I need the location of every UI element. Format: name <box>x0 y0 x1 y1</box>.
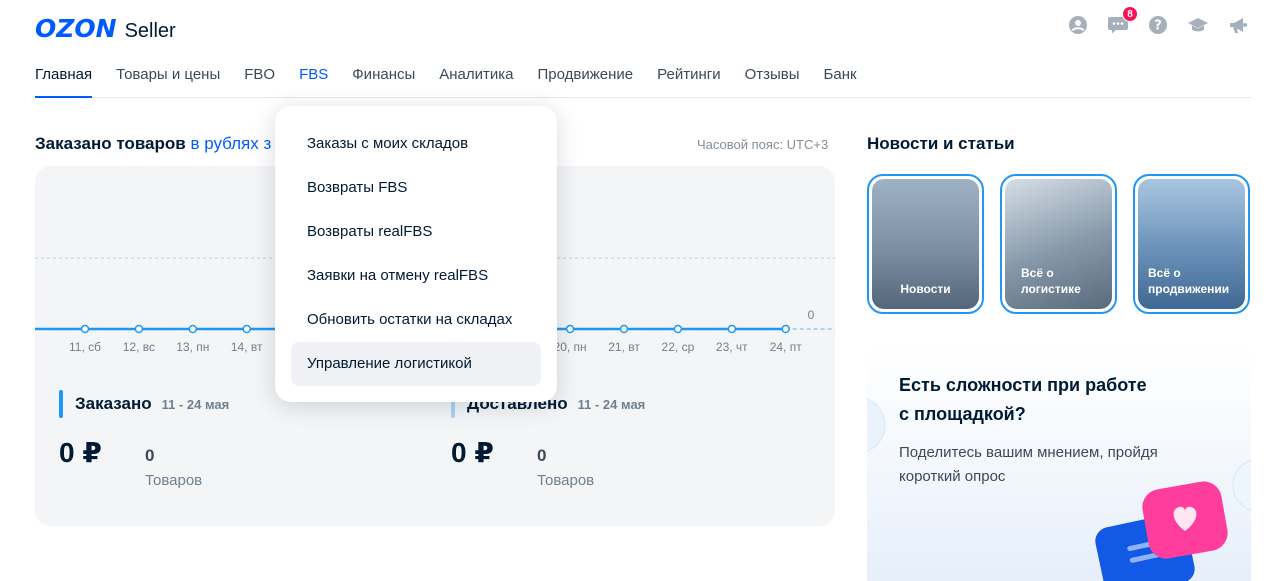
help-icon[interactable]: ? <box>1147 14 1169 36</box>
survey-title: Есть сложности при работе с площадкой? <box>899 371 1147 429</box>
chat-icon[interactable]: 8 <box>1107 6 1138 36</box>
story-news[interactable]: Новости <box>867 174 984 314</box>
metric-ordered-count-label: Товаров <box>145 472 203 489</box>
svg-text:?: ? <box>1154 19 1162 34</box>
menu-item-realfbs-cancellations[interactable]: Заявки на отмену realFBS <box>291 254 541 298</box>
nav-item-analytics[interactable]: Аналитика <box>439 66 513 97</box>
nav-item-products-prices[interactable]: Товары и цены <box>116 66 220 97</box>
orders-currency-link[interactable]: в рублях з <box>190 134 271 153</box>
menu-item-my-warehouse-orders[interactable]: Заказы с моих складов <box>291 122 541 166</box>
chart-point <box>619 324 629 334</box>
chart-tick-label: 14, вт <box>231 340 263 354</box>
chart-tick-label: 20, пн <box>554 340 587 354</box>
chart-tick-label: 21, вт <box>608 340 640 354</box>
survey-text-line-2: короткий опрос <box>899 468 1006 485</box>
profile-icon[interactable] <box>1067 14 1089 36</box>
nav-item-ratings[interactable]: Рейтинги <box>657 66 720 97</box>
chart-point <box>781 324 790 334</box>
metric-delivered-count-label: Товаров <box>537 472 595 489</box>
story-news-label: Новости <box>900 282 951 296</box>
metric-ordered-range: 11 - 24 мая <box>161 397 230 412</box>
nav-item-fbs[interactable]: FBS <box>299 66 328 97</box>
metric-ordered-color-bar <box>59 390 63 418</box>
survey-text-line-1: Поделитесь вашим мнением, пройдя <box>899 444 1158 461</box>
story-logistics-cover: Всё о логистике <box>1005 179 1112 309</box>
chart-tick-label: 24, пт <box>770 340 803 354</box>
metric-delivered-count: 0 <box>537 446 547 465</box>
chat-bubbles-icon <box>1095 481 1228 581</box>
metric-delivered-range: 11 - 24 мая <box>577 397 646 412</box>
chart-tick-label: 22, ср <box>662 340 695 354</box>
metric-ordered-count: 0 <box>145 446 155 465</box>
chart-tick-label: 12, вс <box>123 340 155 354</box>
nav-item-bank[interactable]: Банк <box>824 66 857 97</box>
fbs-dropdown-menu: Заказы с моих складов Возвраты FBS Возвр… <box>275 106 557 402</box>
orders-title: Заказано товаров в рублях з <box>35 134 271 154</box>
metric-delivered-value: 0 ₽ <box>451 437 494 468</box>
news-title: Новости и статьи <box>867 134 1015 153</box>
chart-tick-label: 13, пн <box>176 340 209 354</box>
header-icons: 8 ? <box>1067 6 1249 36</box>
story-logistics-label: Всё о логистике <box>1021 266 1081 296</box>
logo-product: Seller <box>124 20 176 42</box>
logo-brand: OZON <box>35 14 117 43</box>
metric-ordered-label: Заказано <box>75 394 152 413</box>
nav-item-finance[interactable]: Финансы <box>352 66 415 97</box>
announcements-icon[interactable] <box>1227 14 1249 36</box>
story-news-cover: Новости <box>872 179 979 309</box>
chart-point <box>134 324 144 334</box>
metric-ordered-value: 0 ₽ <box>59 437 102 468</box>
chart-point <box>727 324 737 334</box>
menu-item-logistics-management[interactable]: Управление логистикой <box>291 342 541 386</box>
nav-item-fbo[interactable]: FBO <box>244 66 275 97</box>
menu-item-realfbs-returns[interactable]: Возвраты realFBS <box>291 210 541 254</box>
timezone-label: Часовой пояс: UTC+3 <box>697 137 829 152</box>
chart-point <box>565 324 575 334</box>
chart-point <box>80 324 90 334</box>
chart-point <box>673 324 683 334</box>
nav-item-reviews[interactable]: Отзывы <box>745 66 800 97</box>
nav-item-promotion[interactable]: Продвижение <box>538 66 634 97</box>
chart-point <box>242 324 251 334</box>
chart-tick-label: 23, чт <box>716 340 748 354</box>
survey-text: Поделитесь вашим мнением, пройдя коротки… <box>899 441 1158 489</box>
chart-end-label: 0 <box>808 308 815 322</box>
metric-ordered-title: Заказано 11 - 24 мая <box>75 394 229 414</box>
survey-title-line-1: Есть сложности при работе <box>899 375 1147 395</box>
nav-item-main[interactable]: Главная <box>35 66 93 98</box>
main-nav: Главная Товары и цены FBO FBS Финансы Ан… <box>35 66 1251 98</box>
story-promotion[interactable]: Всё о продвижении <box>1133 174 1250 314</box>
news-stories: Новости Всё о логистике Всё о продвижени… <box>867 174 1250 314</box>
ozon-seller-logo[interactable]: OZON Seller <box>35 14 176 43</box>
chart-tick-label: 11, сб <box>69 340 101 354</box>
menu-item-update-stock[interactable]: Обновить остатки на складах <box>291 298 541 342</box>
story-promotion-label: Всё о продвижении <box>1148 266 1230 296</box>
survey-banner[interactable]: Есть сложности при работе с площадкой? П… <box>867 345 1251 581</box>
story-logistics[interactable]: Всё о логистике <box>1000 174 1117 314</box>
chat-badge: 8 <box>1122 6 1138 22</box>
menu-item-fbs-returns[interactable]: Возвраты FBS <box>291 166 541 210</box>
orders-title-text: Заказано товаров <box>35 134 186 153</box>
education-icon[interactable] <box>1187 14 1209 36</box>
story-promotion-cover: Всё о продвижении <box>1138 179 1245 309</box>
survey-title-line-2: с площадкой? <box>899 404 1026 424</box>
chart-point <box>188 324 198 334</box>
